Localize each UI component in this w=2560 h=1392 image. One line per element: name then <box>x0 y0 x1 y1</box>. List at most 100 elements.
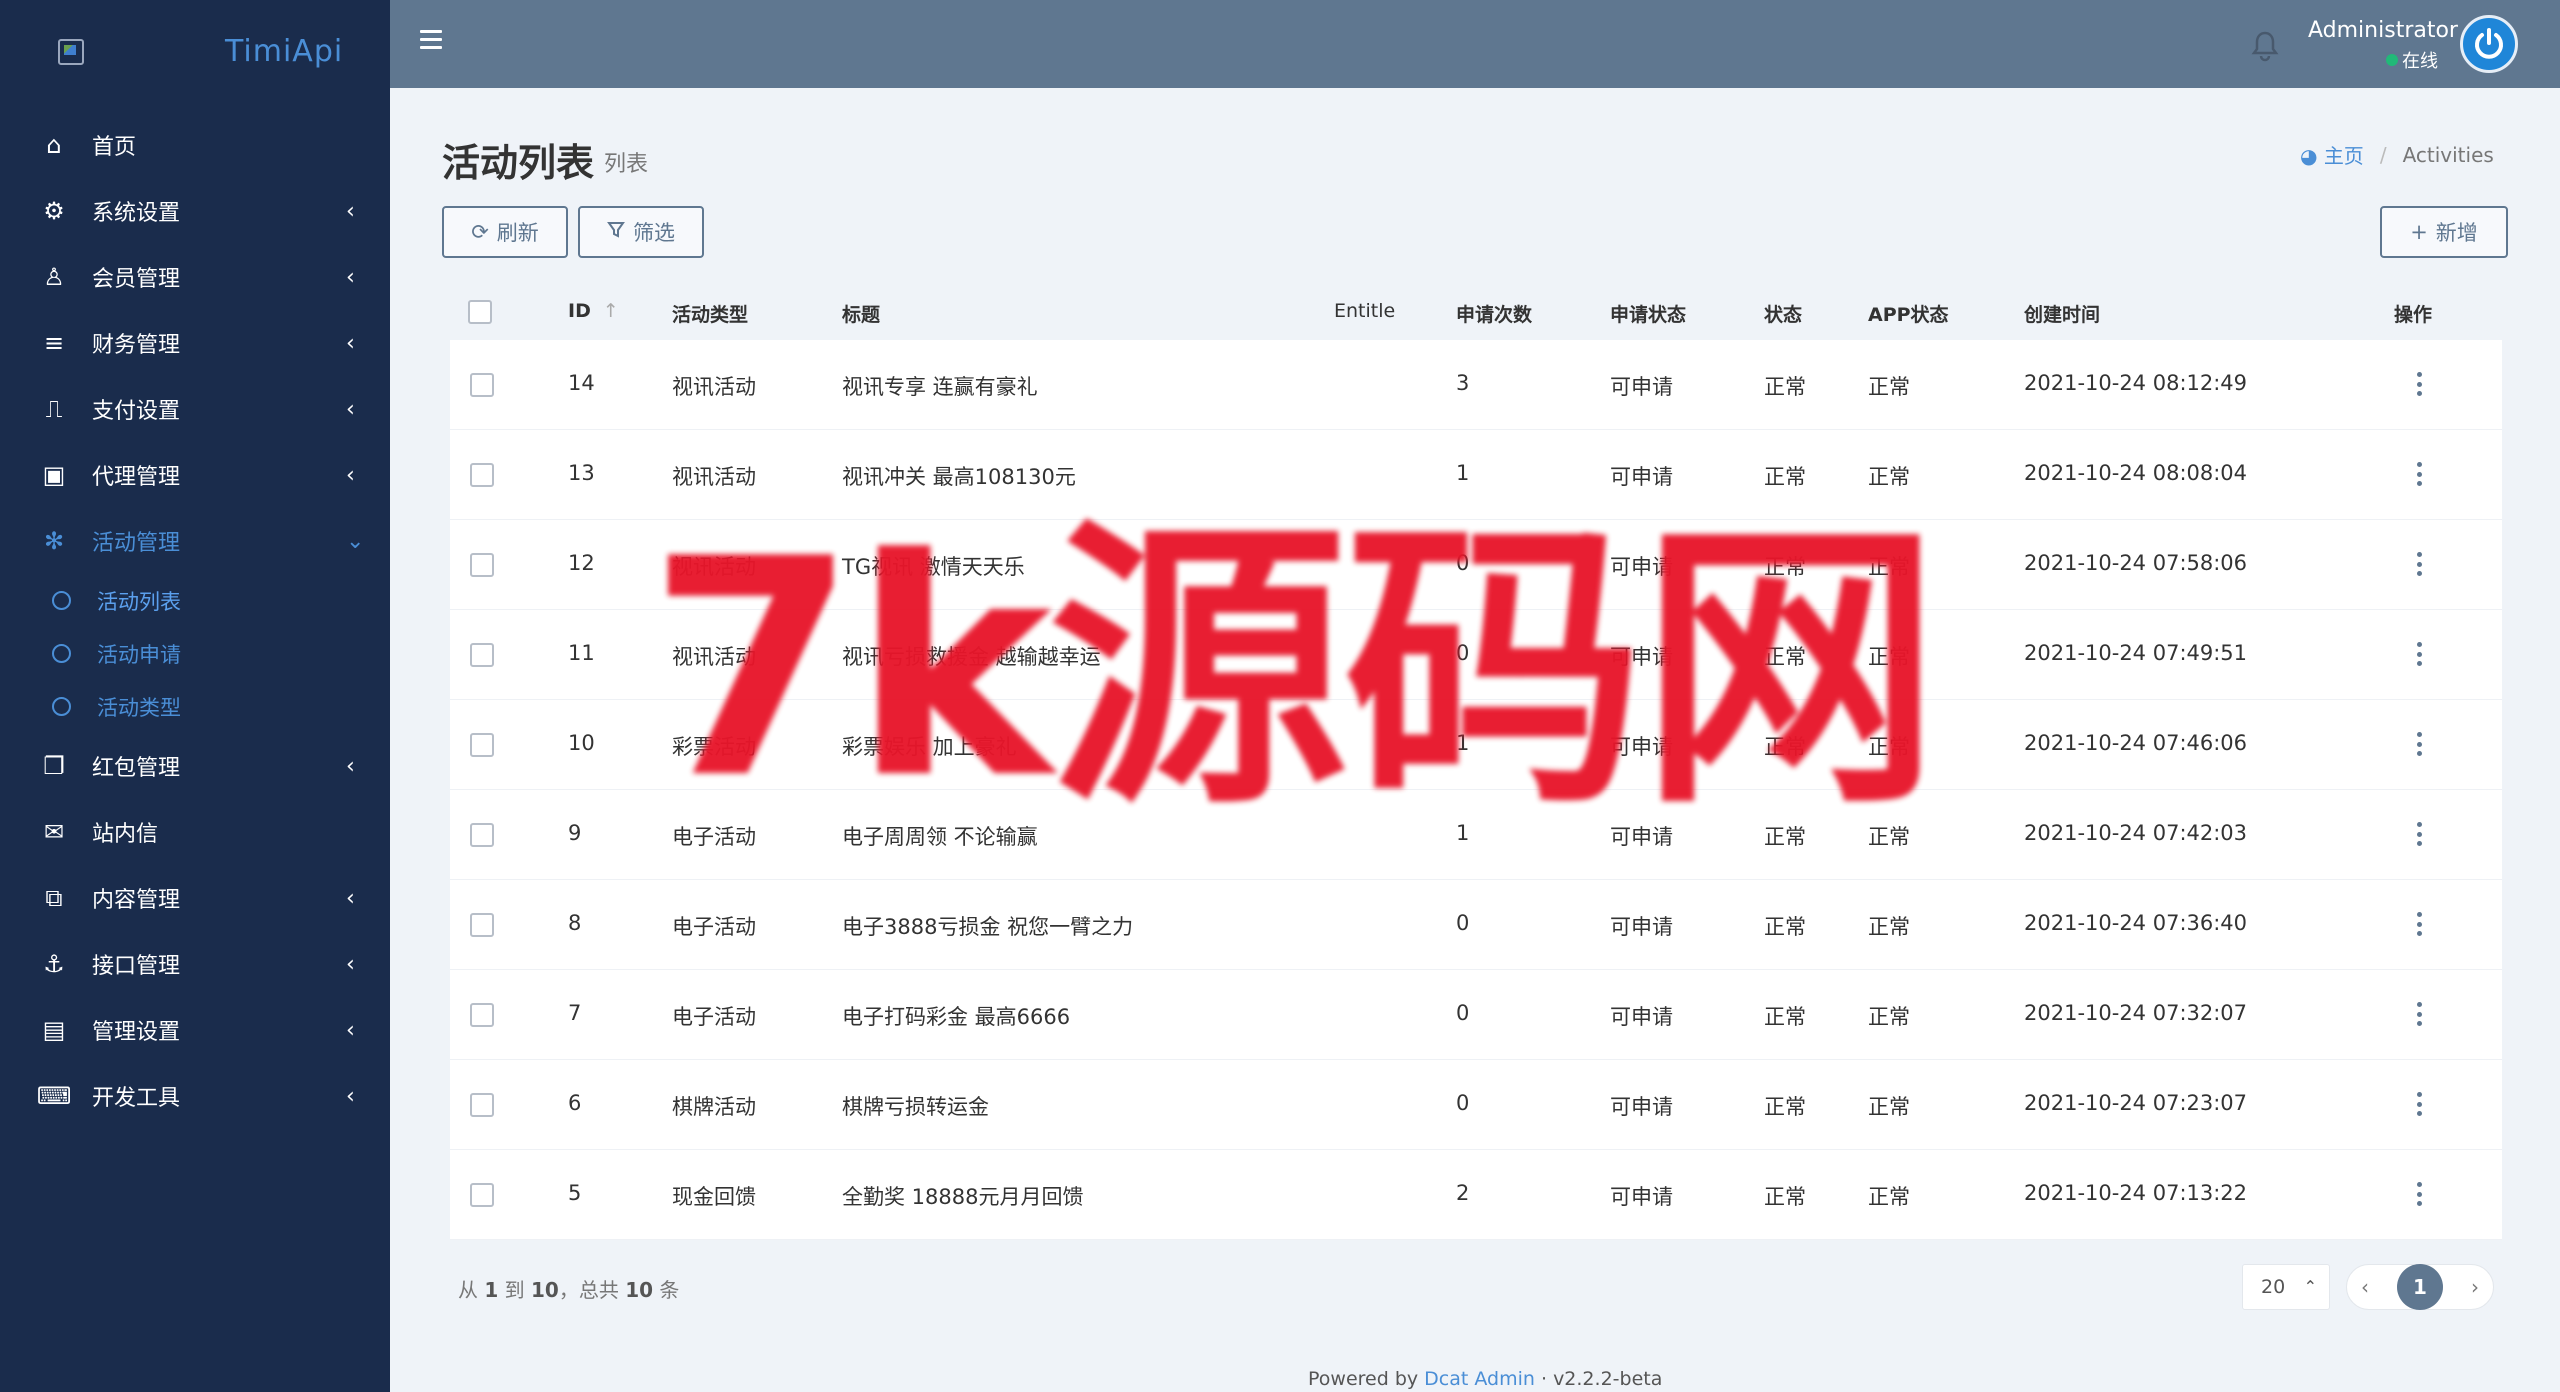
header-type: 活动类型 <box>672 304 749 326</box>
row-actions-icon[interactable] <box>2416 372 2422 396</box>
page-current[interactable]: 1 <box>2397 1264 2443 1310</box>
next-page-icon[interactable]: › <box>2471 1275 2479 1299</box>
cell-count: 2 <box>1456 1181 1470 1205</box>
header-id[interactable]: ID ↑ <box>568 300 619 322</box>
sidebar-item-0[interactable]: ⌂ 首页 <box>0 112 390 178</box>
cell-status: 正常 <box>1764 1095 1806 1119</box>
user-icon: ♙ <box>43 263 65 291</box>
table-row[interactable]: 7 电子活动 电子打码彩金 最高6666 0 可申请 正常 正常 2021-10-24 07:… <box>450 970 2502 1060</box>
sidebar-item-1[interactable]: ✉ 站内信 <box>0 799 390 865</box>
row-checkbox[interactable] <box>470 733 494 757</box>
cell-created: 2021-10-24 07:58:06 <box>2024 551 2248 575</box>
sidebar-item-1[interactable]: ⚙ 系统设置 ‹ <box>0 178 390 244</box>
cell-type: 视讯活动 <box>672 465 756 489</box>
sidebar-item-label: 首页 <box>92 135 137 160</box>
circle-icon <box>52 697 71 716</box>
refresh-button[interactable]: ⟳ 刷新 <box>442 206 568 258</box>
powered-prefix: Powered by <box>1308 1368 1419 1390</box>
cell-created: 2021-10-24 07:23:07 <box>2024 1091 2248 1115</box>
sidebar-item-2[interactable]: ⧉ 内容管理 ‹ <box>0 865 390 931</box>
watermark: 7k源码网 <box>648 500 1940 840</box>
row-actions-icon[interactable] <box>2416 822 2422 846</box>
cell-type: 棋牌活动 <box>672 1095 756 1119</box>
circle-icon <box>52 644 71 663</box>
row-actions-icon[interactable] <box>2416 1002 2422 1026</box>
cell-app-status: 正常 <box>1868 1185 1910 1209</box>
sidebar-item-3[interactable]: ≡ 财务管理 ‹ <box>0 310 390 376</box>
sidebar-item-5[interactable]: ⌨ 开发工具 ‹ <box>0 1063 390 1129</box>
filter-button[interactable]: 筛选 <box>578 206 704 258</box>
table-row[interactable]: 14 视讯活动 视讯专享 连赢有豪礼 3 可申请 正常 正常 2021-10-24 08:12… <box>450 340 2502 430</box>
row-checkbox[interactable] <box>470 823 494 847</box>
database-icon: ≡ <box>43 329 65 357</box>
sidebar-item-label: 支付设置 <box>92 399 181 424</box>
cell-created: 2021-10-24 07:13:22 <box>2024 1181 2248 1205</box>
chevron-left-icon: ‹ <box>346 331 355 356</box>
sidebar-item-label: 系统设置 <box>92 201 181 226</box>
prev-page-icon[interactable]: ‹ <box>2361 1275 2369 1299</box>
sidebar-item-3[interactable]: ⚓ 接口管理 ‹ <box>0 931 390 997</box>
sidebar-item-label: 内容管理 <box>92 888 181 913</box>
brand[interactable]: TimiApi <box>0 0 390 104</box>
chevron-down-icon: ⌄ <box>346 529 365 554</box>
sidebar-item-label: 代理管理 <box>92 465 181 490</box>
bell-icon[interactable] <box>2250 30 2280 62</box>
sidebar-item-4[interactable]: ⎍ 支付设置 ‹ <box>0 376 390 442</box>
filter-label: 筛选 <box>633 221 675 245</box>
new-button[interactable]: + 新增 <box>2380 206 2508 258</box>
plus-icon: + <box>2410 220 2428 244</box>
table-row[interactable]: 5 现金回馈 全勤奖 18888元月月回馈 2 可申请 正常 正常 2021-10-24 07… <box>450 1150 2502 1240</box>
row-actions-icon[interactable] <box>2416 912 2422 936</box>
table-header: ID ↑ 活动类型 标题 Entitle 申请次数 申请状态 状态 APP状态 创… <box>450 284 2502 340</box>
new-label: 新增 <box>2435 221 2478 245</box>
user-name[interactable]: Administrator <box>2308 18 2458 43</box>
submenu-item-1[interactable]: 活动申请 <box>0 627 390 680</box>
row-actions-icon[interactable] <box>2416 552 2422 576</box>
row-checkbox[interactable] <box>470 1003 494 1027</box>
sidebar-item-2[interactable]: ♙ 会员管理 ‹ <box>0 244 390 310</box>
row-checkbox[interactable] <box>470 463 494 487</box>
sort-icon[interactable]: ↑ <box>603 300 619 322</box>
menu-toggle-icon[interactable] <box>420 30 442 50</box>
cell-created: 2021-10-24 07:46:06 <box>2024 731 2248 755</box>
filter-icon <box>607 220 625 244</box>
table-row[interactable]: 8 电子活动 电子3888亏损金 祝您一臂之力 0 可申请 正常 正常 2021-10-24 … <box>450 880 2502 970</box>
per-page-select[interactable]: 20 ⌃ <box>2242 1264 2330 1310</box>
cell-title: 视讯冲关 最高108130元 <box>842 465 1076 489</box>
cell-title: 电子3888亏损金 祝您一臂之力 <box>842 915 1134 939</box>
cell-apply-status: 可申请 <box>1610 1185 1673 1209</box>
row-actions-icon[interactable] <box>2416 1092 2422 1116</box>
sidebar-item-6[interactable]: ✻ 活动管理 ⌄ <box>0 508 390 574</box>
summary-unit: 条 <box>659 1278 680 1302</box>
row-checkbox[interactable] <box>470 373 494 397</box>
row-actions-icon[interactable] <box>2416 642 2422 666</box>
row-checkbox[interactable] <box>470 913 494 937</box>
powered-link[interactable]: Dcat Admin <box>1424 1368 1535 1390</box>
sidebar-item-4[interactable]: ▤ 管理设置 ‹ <box>0 997 390 1063</box>
brand-logo-icon <box>58 39 84 65</box>
chevron-left-icon: ‹ <box>346 397 355 422</box>
row-actions-icon[interactable] <box>2416 1182 2422 1206</box>
submenu-item-2[interactable]: 活动类型 <box>0 680 390 733</box>
cell-id: 8 <box>568 911 582 935</box>
row-actions-icon[interactable] <box>2416 462 2422 486</box>
sidebar-item-0[interactable]: ❐ 红包管理 ‹ <box>0 733 390 799</box>
breadcrumb-home[interactable]: ◕ 主页 <box>2300 140 2364 169</box>
row-checkbox[interactable] <box>470 553 494 577</box>
select-all-checkbox[interactable] <box>468 300 492 324</box>
user-status-label: 在线 <box>2402 51 2438 72</box>
chevron-left-icon: ‹ <box>346 886 355 911</box>
topbar: Administrator 在线 <box>390 0 2560 88</box>
avatar[interactable] <box>2460 15 2518 73</box>
row-checkbox[interactable] <box>470 1093 494 1117</box>
table-row[interactable]: 6 棋牌活动 棋牌亏损转运金 0 可申请 正常 正常 2021-10-24 07:23:07 <box>450 1060 2502 1150</box>
cell-id: 6 <box>568 1091 582 1115</box>
submenu-item-0[interactable]: 活动列表 <box>0 574 390 627</box>
row-actions-icon[interactable] <box>2416 732 2422 756</box>
header-status: 状态 <box>1764 304 1803 326</box>
cell-count: 0 <box>1456 1091 1470 1115</box>
sidebar-item-5[interactable]: ▣ 代理管理 ‹ <box>0 442 390 508</box>
row-checkbox[interactable] <box>470 1183 494 1207</box>
cell-count: 3 <box>1456 371 1470 395</box>
row-checkbox[interactable] <box>470 643 494 667</box>
